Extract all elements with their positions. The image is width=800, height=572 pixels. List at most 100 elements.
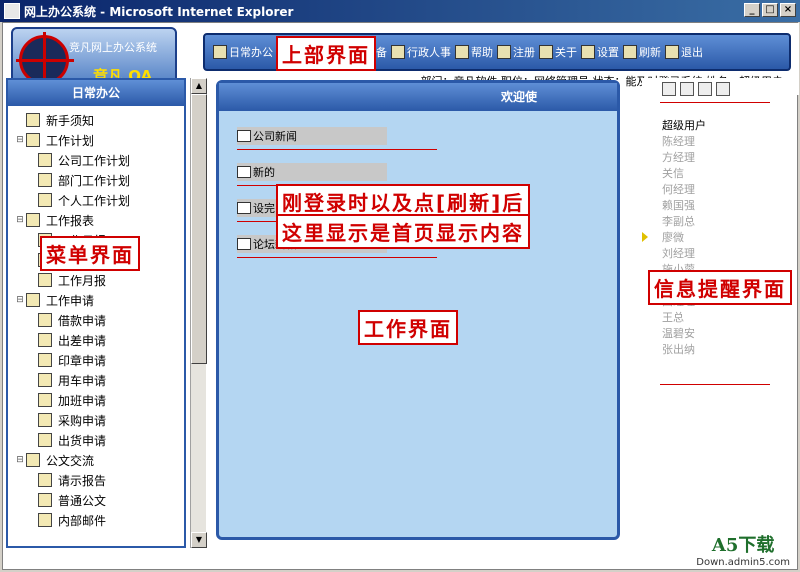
menu-item-label: 工作报表 xyxy=(46,213,95,228)
scroll-up-icon[interactable]: ▲ xyxy=(191,78,207,94)
work-area-header: 欢迎使 xyxy=(219,83,617,111)
toolbar-refresh[interactable]: 刷新 xyxy=(623,44,661,60)
watermark: A5下载 Down.admin5.com xyxy=(696,535,790,568)
menu-item[interactable]: 新手须知 xyxy=(14,110,184,130)
menu-item-label: 公文交流 xyxy=(46,453,95,468)
menu-item-label: 出货申请 xyxy=(58,433,107,448)
book-icon[interactable] xyxy=(680,82,694,96)
online-users-list: 超级用户陈经理方经理关信何经理赖国强李副总廖微刘经理施小蓉钱传亚田经理王总温碧安… xyxy=(642,117,794,357)
menu-item-icon xyxy=(38,473,52,487)
scroll-thumb[interactable] xyxy=(191,94,207,364)
news-icon xyxy=(237,130,251,142)
menu-item-icon xyxy=(26,213,40,227)
close-button[interactable]: × xyxy=(780,3,796,17)
tools-icon[interactable] xyxy=(662,82,676,96)
menu-item[interactable]: 采购申请 xyxy=(14,410,184,430)
online-user[interactable]: 李副总 xyxy=(662,213,794,229)
online-user[interactable]: 陈经理 xyxy=(662,133,794,149)
vertical-scrollbar[interactable]: ▲ ▼ xyxy=(190,78,207,548)
menu-item-icon xyxy=(26,293,40,307)
section-new[interactable]: 新的 xyxy=(237,163,437,186)
menu-item-icon xyxy=(38,153,52,167)
office-icon xyxy=(213,45,227,59)
overlay-homepage-line2: 这里显示是首页显示内容 xyxy=(276,214,530,249)
menu-item-icon xyxy=(38,333,52,347)
menu-item[interactable]: 请示报告 xyxy=(14,470,184,490)
menu-item-icon xyxy=(38,273,52,287)
online-user[interactable]: 关信 xyxy=(662,165,794,181)
menu-item[interactable]: 借款申请 xyxy=(14,310,184,330)
menu-item-icon xyxy=(38,393,52,407)
pointer-arrow-icon xyxy=(642,232,648,242)
menu-item[interactable]: ⊟ 工作报表 xyxy=(14,210,184,230)
online-user[interactable]: 超级用户 xyxy=(662,117,794,133)
toolbar-settings[interactable]: 设置 xyxy=(581,44,619,60)
menu-item-icon xyxy=(38,373,52,387)
menu-item-label: 请示报告 xyxy=(58,473,107,488)
online-user[interactable]: 赖国强 xyxy=(662,197,794,213)
online-user[interactable]: 廖微 xyxy=(662,229,794,245)
register-icon xyxy=(497,45,511,59)
menu-item-label: 加班申请 xyxy=(58,393,107,408)
expand-icon[interactable]: ⊟ xyxy=(14,135,26,145)
menu-item-label: 工作计划 xyxy=(46,133,95,148)
menu-item[interactable]: 印章申请 xyxy=(14,350,184,370)
online-user[interactable]: 方经理 xyxy=(662,149,794,165)
menu-item-label: 印章申请 xyxy=(58,353,107,368)
online-user[interactable]: 王总 xyxy=(662,309,794,325)
online-user[interactable]: 刘经理 xyxy=(662,245,794,261)
menu-item-icon xyxy=(38,513,52,527)
settings-icon xyxy=(237,202,251,214)
menu-item-icon xyxy=(38,173,52,187)
toolbar-hr[interactable]: 行政人事 xyxy=(391,44,451,60)
settings-icon xyxy=(581,45,595,59)
logo-title: 竞凡网上办公系统 xyxy=(69,41,157,54)
menu-item[interactable]: 内部邮件 xyxy=(14,510,184,530)
section-company-news[interactable]: 公司新闻 xyxy=(237,127,437,150)
ie-icon xyxy=(4,3,20,19)
menu-item[interactable]: 个人工作计划 xyxy=(14,190,184,210)
menu-item[interactable]: 普通公文 xyxy=(14,490,184,510)
menu-item-icon xyxy=(38,493,52,507)
left-menu-panel: 日常办公 新手须知⊟工作计划公司工作计划部门工作计划个人工作计划⊟工作报表工作日… xyxy=(6,78,186,548)
menu-item-label: 出差申请 xyxy=(58,333,107,348)
menu-item[interactable]: ⊟ 工作计划 xyxy=(14,130,184,150)
left-menu-header: 日常办公 xyxy=(8,80,184,106)
toolbar-about[interactable]: 关于 xyxy=(539,44,577,60)
people-icon xyxy=(391,45,405,59)
toolbar-daily-office[interactable]: 日常办公 xyxy=(213,44,273,60)
menu-item[interactable]: ⊟ 工作申请 xyxy=(14,290,184,310)
refresh-icon xyxy=(623,45,637,59)
menu-item-label: 公司工作计划 xyxy=(58,153,131,168)
menu-item-label: 新手须知 xyxy=(46,113,95,128)
scroll-down-icon[interactable]: ▼ xyxy=(191,532,207,548)
overlay-info-area: 信息提醒界面 xyxy=(648,270,792,305)
maximize-button[interactable]: □ xyxy=(762,3,778,17)
menu-item[interactable]: 出差申请 xyxy=(14,330,184,350)
minimize-button[interactable]: _ xyxy=(744,3,760,17)
mail-icon[interactable] xyxy=(698,82,712,96)
online-user[interactable]: 张出纳 xyxy=(662,341,794,357)
document-icon[interactable] xyxy=(716,82,730,96)
menu-item[interactable]: 出货申请 xyxy=(14,430,184,450)
menu-item[interactable]: 部门工作计划 xyxy=(14,170,184,190)
menu-item[interactable]: 工作月报 xyxy=(14,270,184,290)
menu-item[interactable]: 用车申请 xyxy=(14,370,184,390)
menu-item[interactable]: 公司工作计划 xyxy=(14,150,184,170)
toolbar-register[interactable]: 注册 xyxy=(497,44,535,60)
menu-item-icon xyxy=(38,313,52,327)
window-titlebar: 网上办公系统 - Microsoft Internet Explorer _ □… xyxy=(0,0,800,22)
online-user[interactable]: 何经理 xyxy=(662,181,794,197)
online-user[interactable]: 温碧安 xyxy=(662,325,794,341)
expand-icon[interactable]: ⊟ xyxy=(14,215,26,225)
menu-item-icon xyxy=(38,193,52,207)
expand-icon[interactable]: ⊟ xyxy=(14,455,26,465)
about-icon xyxy=(539,45,553,59)
menu-item[interactable]: ⊟ 公文交流 xyxy=(14,450,184,470)
expand-icon[interactable]: ⊟ xyxy=(14,295,26,305)
toolbar-help[interactable]: 帮助 xyxy=(455,44,493,60)
menu-tree: 新手须知⊟工作计划公司工作计划部门工作计划个人工作计划⊟工作报表工作日报工作周报… xyxy=(8,106,184,530)
toolbar-logout[interactable]: 退出 xyxy=(665,44,703,60)
menu-item-label: 部门工作计划 xyxy=(58,173,131,188)
menu-item[interactable]: 加班申请 xyxy=(14,390,184,410)
